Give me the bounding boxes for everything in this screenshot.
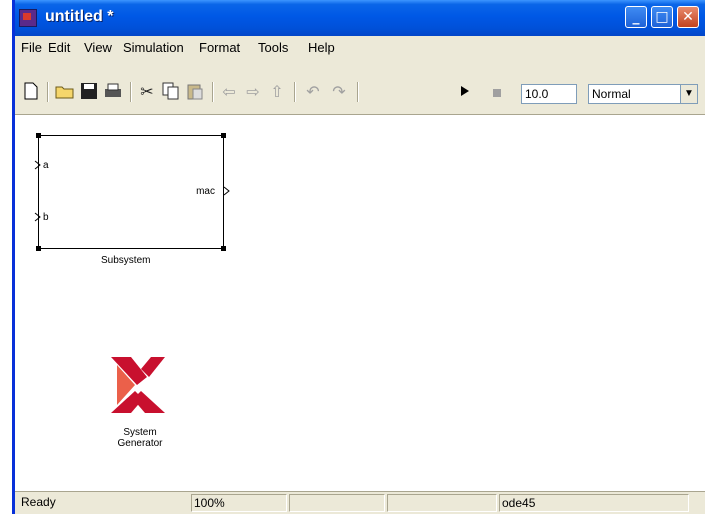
- status-text: Ready: [21, 495, 56, 509]
- logo-line-2: Generator: [117, 438, 163, 449]
- save-icon[interactable]: [79, 82, 99, 102]
- maximize-icon: □: [655, 9, 669, 25]
- toolbar-separator: [212, 82, 214, 102]
- input-port-a-label: a: [43, 160, 49, 171]
- status-bar: Ready 100% ode45: [15, 491, 705, 514]
- output-port-mac-label: mac: [196, 186, 215, 197]
- copy-icon[interactable]: [161, 82, 181, 102]
- model-canvas[interactable]: a b mac Subsystem System Generator: [15, 115, 705, 492]
- resize-handle[interactable]: [36, 133, 41, 138]
- paste-icon[interactable]: [185, 82, 205, 102]
- dropdown-arrow-icon[interactable]: ▼: [680, 85, 697, 103]
- menu-file[interactable]: File: [21, 40, 42, 55]
- menu-edit[interactable]: Edit: [48, 40, 70, 55]
- cut-icon[interactable]: ✂: [137, 82, 157, 102]
- minimize-button[interactable]: _: [625, 6, 647, 28]
- menu-bar: File Edit View Simulation Format Tools H…: [15, 36, 705, 60]
- xilinx-logo-icon: [111, 357, 165, 413]
- input-port-b-label: b: [43, 212, 49, 223]
- simulation-mode-select[interactable]: Normal ▼: [588, 84, 698, 104]
- menu-help[interactable]: Help: [308, 40, 335, 55]
- redo-icon[interactable]: ↷: [329, 82, 349, 102]
- input-port-arrow-icon[interactable]: [34, 160, 42, 170]
- resize-handle[interactable]: [36, 246, 41, 251]
- toolbar-separator: [47, 82, 49, 102]
- output-port-arrow-icon[interactable]: [223, 186, 231, 196]
- solver-name: ode45: [499, 494, 689, 512]
- model-window: untitled * _ □ ✕ File Edit View Simulati…: [12, 0, 705, 514]
- zoom-level: 100%: [191, 494, 287, 512]
- toolbar-separator: [357, 82, 359, 102]
- undo-icon[interactable]: ↶: [303, 82, 323, 102]
- maximize-button[interactable]: □: [651, 6, 673, 28]
- close-icon: ✕: [682, 9, 694, 25]
- stop-time-input[interactable]: 10.0: [521, 84, 577, 104]
- status-cell-empty: [387, 494, 497, 512]
- resize-handle[interactable]: [221, 133, 226, 138]
- close-button[interactable]: ✕: [677, 6, 699, 28]
- menu-view[interactable]: View: [84, 40, 112, 55]
- up-icon[interactable]: ⇧: [267, 82, 287, 102]
- stop-simulation-icon[interactable]: [487, 82, 507, 102]
- input-port-arrow-icon[interactable]: [34, 212, 42, 222]
- back-icon[interactable]: ⇦: [219, 82, 239, 102]
- menu-tools[interactable]: Tools: [258, 40, 288, 55]
- menu-format[interactable]: Format: [199, 40, 240, 55]
- new-model-icon[interactable]: [21, 82, 41, 102]
- logo-line-1: System: [123, 427, 157, 438]
- start-simulation-icon[interactable]: [455, 82, 475, 102]
- subsystem-name[interactable]: Subsystem: [101, 255, 150, 266]
- simulation-mode-value: Normal: [592, 87, 631, 101]
- forward-icon[interactable]: ⇨: [243, 82, 263, 102]
- print-icon[interactable]: [103, 82, 123, 102]
- title-bar[interactable]: untitled * _ □ ✕: [15, 0, 705, 36]
- menu-simulation[interactable]: Simulation: [123, 40, 184, 55]
- resize-handle[interactable]: [221, 246, 226, 251]
- open-icon[interactable]: [55, 82, 75, 102]
- system-generator-label: System Generator: [107, 427, 173, 449]
- toolbar-separator: [294, 82, 296, 102]
- status-cell-empty: [289, 494, 385, 512]
- window-title: untitled *: [45, 8, 114, 25]
- toolbar-separator: [130, 82, 132, 102]
- toolbar: ✂ ⇦ ⇨ ⇧ ↶ ↷ 10.0 Normal ▼: [15, 60, 705, 115]
- simulink-app-icon[interactable]: [19, 9, 37, 27]
- minimize-icon: _: [632, 9, 640, 25]
- subsystem-block[interactable]: a b mac: [34, 133, 230, 251]
- system-generator-block[interactable]: [107, 355, 169, 415]
